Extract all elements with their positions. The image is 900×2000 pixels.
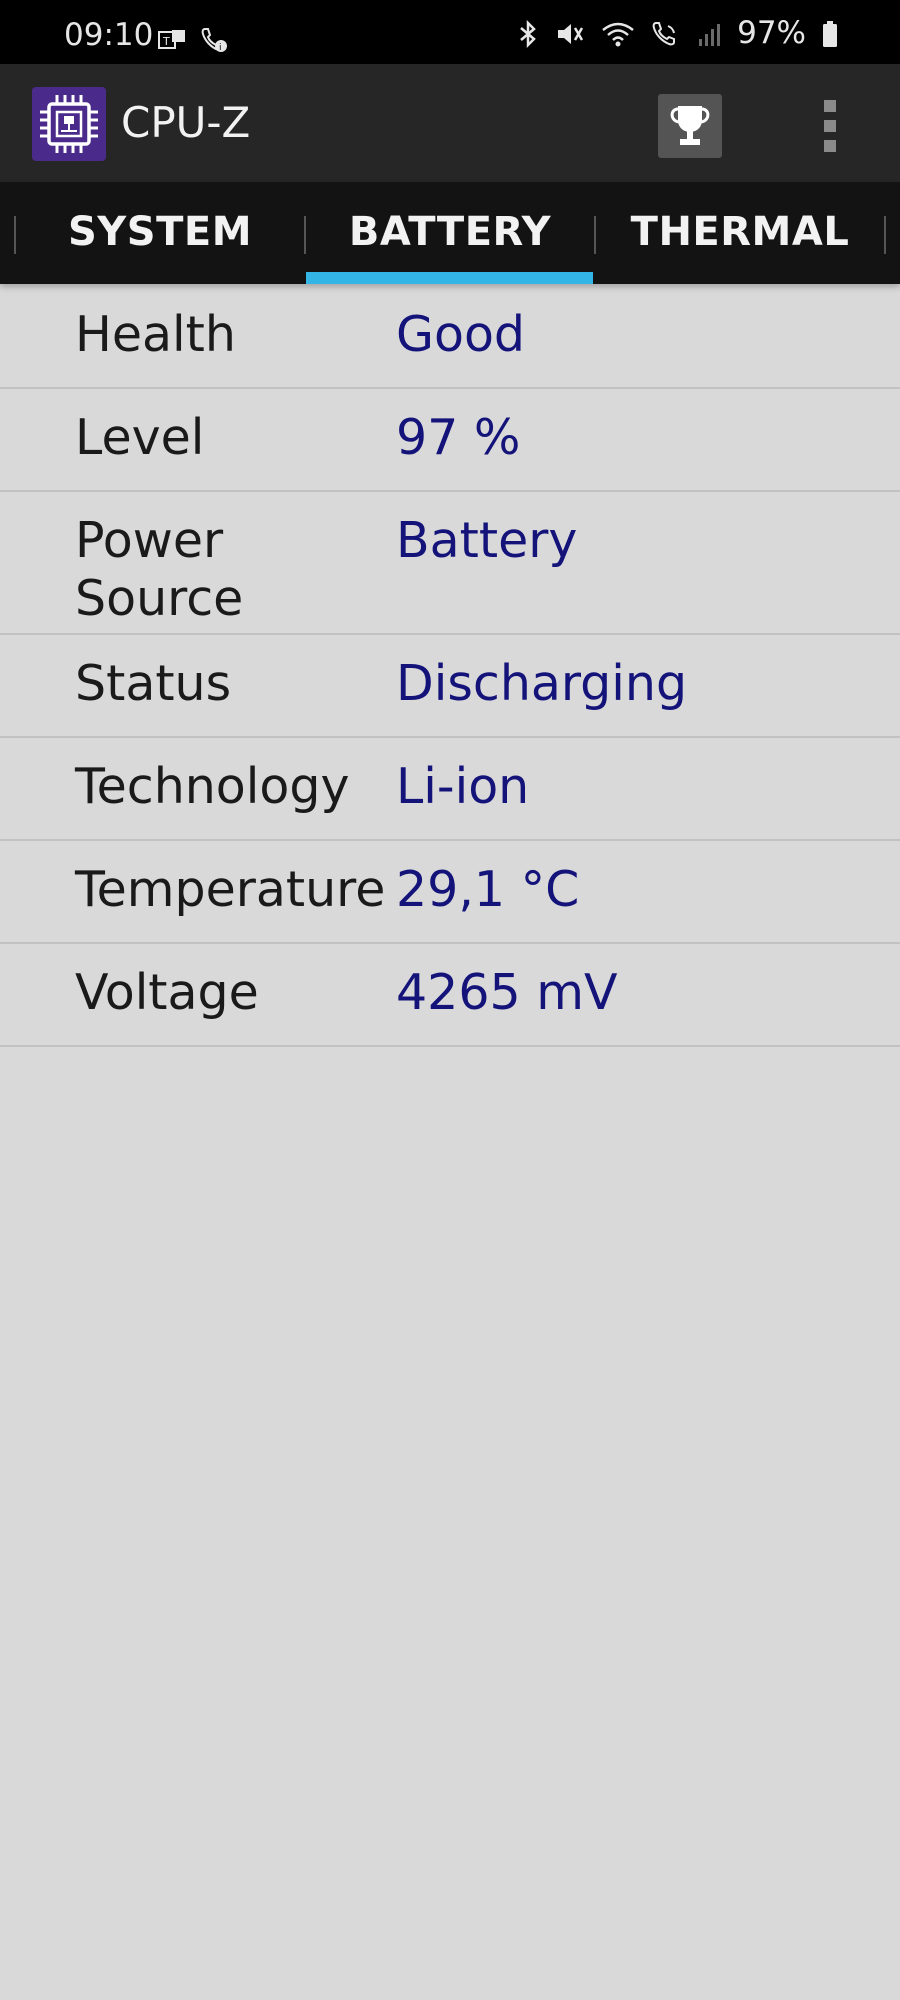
info-value: Good — [396, 306, 526, 363]
tab-thermal[interactable]: THERMAL — [596, 182, 884, 284]
overflow-menu-icon — [812, 100, 848, 162]
status-time: 09:10 — [64, 17, 154, 53]
info-label: Level — [75, 409, 205, 466]
overflow-menu-button[interactable] — [812, 94, 848, 158]
info-row-temperature: Temperature 29,1 °C — [0, 841, 900, 944]
teams-notification-icon: T — [158, 29, 186, 51]
trophy-button[interactable] — [658, 94, 722, 158]
info-label: Temperature — [75, 861, 386, 918]
info-value: 97 % — [396, 409, 521, 466]
info-label: Status — [75, 655, 232, 712]
mute-icon — [555, 20, 585, 48]
info-row-power-source: Power Source Battery — [0, 492, 900, 635]
tab-system[interactable]: SYSTEM — [16, 182, 304, 284]
selected-tab-indicator — [306, 272, 593, 284]
info-label: Technology — [75, 758, 350, 815]
info-value: Li-ion — [396, 758, 530, 815]
info-label: Power Source — [75, 512, 244, 627]
tab-divider — [884, 216, 886, 254]
signal-icon — [697, 20, 721, 48]
app-bar: CPU-Z — [0, 64, 900, 182]
tab-bar: SYSTEM BATTERY THERMAL — [0, 182, 900, 284]
status-right-icons: 97% — [517, 18, 838, 49]
volte-call-icon — [651, 20, 681, 48]
info-label: Voltage — [75, 964, 259, 1021]
battery-info-list: Health Good Level 97 % Power Source Batt… — [0, 286, 900, 1047]
info-row-voltage: Voltage 4265 mV — [0, 944, 900, 1047]
info-value: 4265 mV — [396, 964, 618, 1021]
wifi-icon — [601, 20, 635, 48]
status-bar: 09:10 T i 97% — [0, 0, 900, 64]
info-row-status: Status Discharging — [0, 635, 900, 738]
svg-text:i: i — [219, 43, 222, 53]
info-row-health: Health Good — [0, 286, 900, 389]
battery-icon — [822, 20, 838, 48]
cpu-chip-icon — [32, 87, 106, 161]
info-value: Battery — [396, 512, 578, 569]
info-value: Discharging — [396, 655, 688, 712]
info-row-level: Level 97 % — [0, 389, 900, 492]
svg-text:T: T — [162, 35, 170, 48]
trophy-icon — [658, 106, 722, 162]
info-value: 29,1 °C — [396, 861, 580, 918]
wifi-call-icon: i — [200, 26, 228, 54]
info-label: Health — [75, 306, 236, 363]
app-title: CPU-Z — [121, 98, 251, 147]
info-row-technology: Technology Li-ion — [0, 738, 900, 841]
battery-percent: 97% — [737, 15, 806, 51]
tab-battery[interactable]: BATTERY — [306, 182, 594, 284]
status-left-icons: T i — [158, 26, 228, 54]
bluetooth-icon — [517, 19, 539, 48]
